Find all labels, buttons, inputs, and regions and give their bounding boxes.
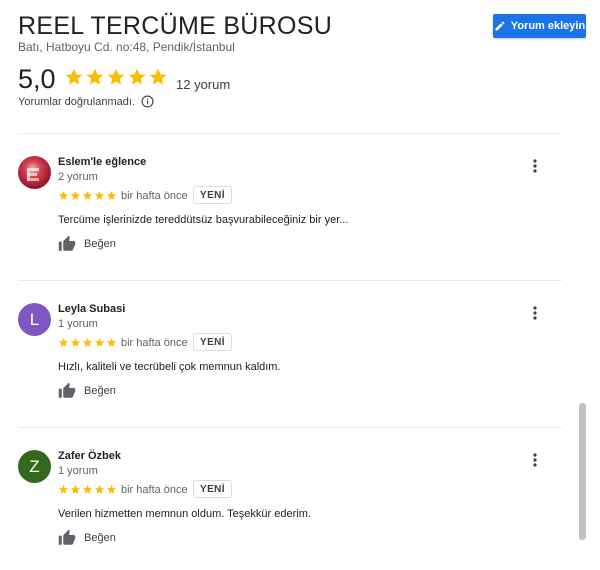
more-options-icon[interactable] xyxy=(529,305,541,321)
scrollbar-thumb[interactable] xyxy=(579,403,586,540)
avatar-initial: L xyxy=(29,309,40,329)
more-options-icon[interactable] xyxy=(529,452,541,468)
review-count[interactable]: 12 yorum xyxy=(176,77,230,92)
thumbs-up-icon xyxy=(58,529,76,545)
review-item: L Leyla Subasi 1 yorum bir hafta önce YE… xyxy=(0,281,580,421)
new-badge: YENİ xyxy=(193,333,232,351)
like-label: Beğen xyxy=(84,238,116,250)
business-address: Batı, Hatboyu Cd. no:48, Pendik/İstanbul xyxy=(18,40,235,54)
star-icon xyxy=(65,68,83,85)
like-button[interactable]: Beğen xyxy=(58,529,116,547)
star-icon xyxy=(94,484,105,494)
star-icon xyxy=(94,337,105,347)
like-button[interactable]: Beğen xyxy=(58,235,116,253)
review-stars xyxy=(58,484,117,495)
review-time: bir hafta önce xyxy=(121,190,188,202)
star-icon xyxy=(106,484,117,494)
avatar-photo xyxy=(27,168,39,181)
star-icon xyxy=(58,190,69,200)
reviewer-name[interactable]: Leyla Subasi xyxy=(58,303,125,315)
avatar[interactable]: Z xyxy=(18,450,51,483)
star-icon xyxy=(149,68,167,85)
reviewer-review-count: 2 yorum xyxy=(58,171,98,183)
like-button[interactable]: Beğen xyxy=(58,382,116,400)
review-item: Z Zafer Özbek 1 yorum bir hafta önce YEN… xyxy=(0,428,580,568)
business-title: REEL TERCÜME BÜROSU xyxy=(18,12,333,40)
review-text: Verilen hizmetten memnun oldum. Teşekkür… xyxy=(58,508,311,520)
unverified-note: Yorumlar doğrulanmadı. xyxy=(18,96,135,108)
avatar-initial: Z xyxy=(29,456,40,476)
new-badge: YENİ xyxy=(193,186,232,204)
review-stars xyxy=(58,337,117,348)
star-icon xyxy=(107,68,125,85)
review-text: Hızlı, kaliteli ve tecrübeli çok memnun … xyxy=(58,361,281,373)
star-icon xyxy=(70,190,81,200)
star-icon xyxy=(106,190,117,200)
star-icon xyxy=(58,484,69,494)
like-label: Beğen xyxy=(84,385,116,397)
star-icon xyxy=(106,337,117,347)
more-options-icon[interactable] xyxy=(529,158,541,174)
review-item: Eslem'le eğlence 2 yorum bir hafta önce … xyxy=(0,134,580,274)
star-icon xyxy=(82,190,93,200)
reviewer-review-count: 1 yorum xyxy=(58,318,98,330)
star-icon xyxy=(82,484,93,494)
reviewer-review-count: 1 yorum xyxy=(58,465,98,477)
like-label: Beğen xyxy=(84,532,116,544)
thumbs-up-icon xyxy=(58,235,76,251)
overall-stars xyxy=(64,67,168,87)
star-icon xyxy=(128,68,146,85)
review-time: bir hafta önce xyxy=(121,484,188,496)
write-review-label: Yorum ekleyin xyxy=(510,20,586,32)
star-icon xyxy=(58,337,69,347)
star-icon xyxy=(86,68,104,85)
reviewer-name[interactable]: Zafer Özbek xyxy=(58,450,121,462)
avatar[interactable]: L xyxy=(18,303,51,336)
pencil-icon xyxy=(495,21,505,31)
write-review-button[interactable]: Yorum ekleyin xyxy=(493,14,586,38)
star-icon xyxy=(82,337,93,347)
review-text: Tercüme işlerinizde tereddütsüz başvurab… xyxy=(58,214,349,226)
star-icon xyxy=(94,190,105,200)
star-icon xyxy=(70,337,81,347)
star-icon xyxy=(70,484,81,494)
overall-rating: 5,0 xyxy=(18,64,56,94)
review-stars xyxy=(58,190,117,201)
review-time: bir hafta önce xyxy=(121,337,188,349)
reviewer-name[interactable]: Eslem'le eğlence xyxy=(58,156,146,168)
avatar[interactable] xyxy=(18,156,51,189)
thumbs-up-icon xyxy=(58,382,76,398)
new-badge: YENİ xyxy=(193,480,232,498)
info-icon[interactable] xyxy=(141,95,154,108)
